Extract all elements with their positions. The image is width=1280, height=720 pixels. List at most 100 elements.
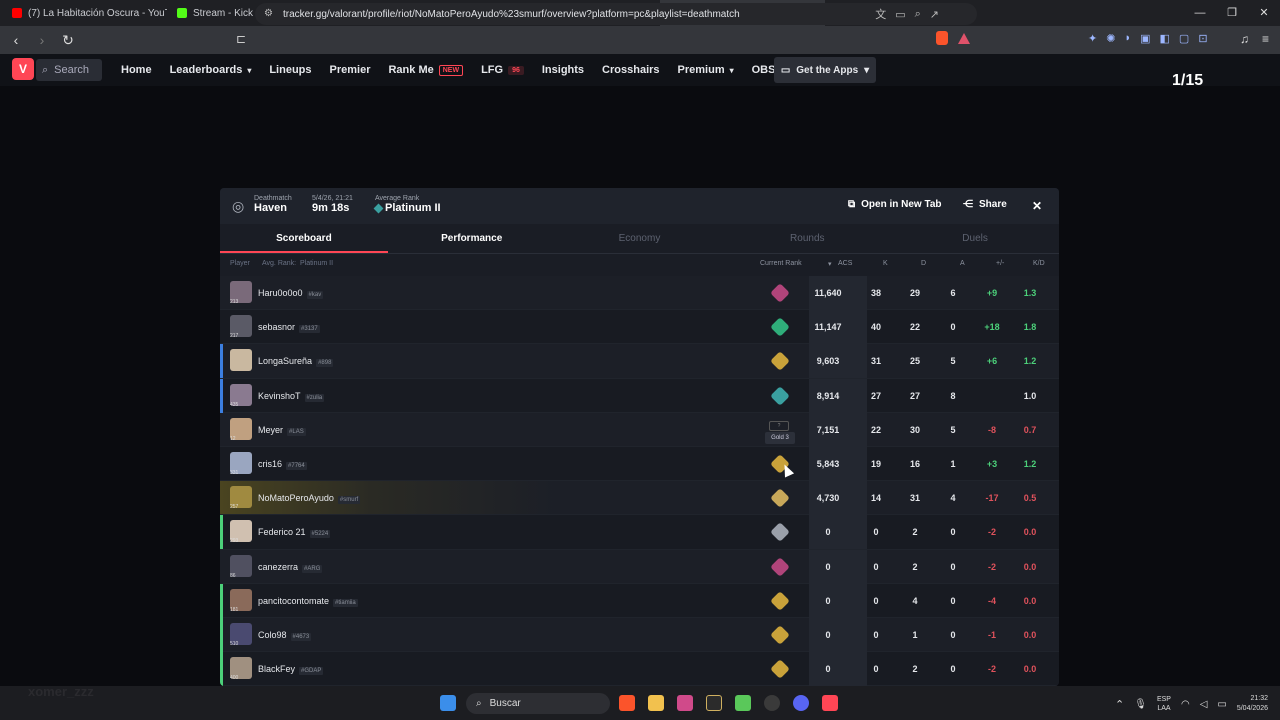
rank-icon[interactable] — [770, 522, 790, 543]
tab-economy[interactable]: Economy — [556, 224, 724, 253]
wifi-icon[interactable]: ◠ — [1181, 699, 1190, 710]
extension-icon[interactable]: ▢ — [1179, 32, 1189, 45]
brave-icon[interactable] — [619, 695, 635, 711]
brave-shield-icon[interactable] — [936, 31, 948, 45]
col-acs[interactable]: ACS — [838, 260, 852, 267]
volume-icon[interactable]: ◁ — [1200, 699, 1208, 710]
player-name-cell[interactable]: sebasnor #3137 — [258, 322, 320, 334]
player-name-cell[interactable]: Colo98 #4673 — [258, 630, 312, 641]
rank-icon[interactable] — [770, 317, 790, 338]
site-settings-icon[interactable]: ⚙ — [264, 8, 273, 19]
table-row[interactable]: 181 pancitocontomate #tiamiia 0 0 4 0 -4 0.0 — [220, 583, 1059, 618]
battery-icon[interactable]: ▭ — [1217, 699, 1226, 710]
table-row[interactable]: 12 Meyer #LAS 7,151 22 30 5 -8 0.7 — [220, 412, 1059, 447]
nav-link[interactable]: Insights — [542, 64, 584, 76]
rank-icon[interactable] — [770, 385, 790, 406]
playlist-icon[interactable]: ♫ — [1240, 32, 1249, 46]
table-row[interactable]: 293 Federico 21 #5224 0 0 2 0 -2 0.0 — [220, 515, 1059, 550]
share-page-icon[interactable]: ↗ — [930, 8, 939, 21]
nav-link[interactable]: Premier — [330, 64, 371, 76]
nav-link[interactable]: Crosshairs — [602, 64, 659, 76]
maximize-icon[interactable]: ❐ — [1216, 0, 1248, 26]
site-search[interactable]: ⌕ Search — [36, 59, 102, 81]
extension-icon[interactable]: ✦ — [1088, 32, 1097, 45]
player-name-cell[interactable]: canezerra #ARG — [258, 562, 323, 573]
get-apps-button[interactable]: ▭ Get the Apps ▾ — [774, 57, 876, 83]
nav-link[interactable]: Lineups — [269, 64, 311, 76]
extension-icon[interactable]: ▣ — [1140, 32, 1150, 45]
table-row[interactable]: 331 cris16 #7764 5,843 19 16 1 +3 1.2 — [220, 446, 1059, 482]
rank-icon[interactable] — [770, 488, 790, 509]
player-name-cell[interactable]: NoMatoPeroAyudo #smurf — [258, 493, 361, 505]
tab-performance[interactable]: Performance — [388, 224, 556, 253]
close-window-icon[interactable]: ✕ — [1248, 0, 1280, 26]
rank-icon[interactable] — [770, 590, 790, 611]
app-icon[interactable] — [677, 695, 693, 711]
zoom-icon[interactable]: ⌕ — [915, 8, 921, 21]
player-name-cell[interactable]: LongaSureña #898 — [258, 356, 334, 368]
table-row[interactable]: LongaSureña #898 9,603 31 25 5 +6 1.2 — [220, 344, 1059, 379]
windows-start-icon[interactable] — [440, 695, 456, 711]
col-plus-minus[interactable]: +/- — [996, 260, 1004, 267]
rank-icon[interactable] — [770, 283, 790, 303]
app-icon[interactable] — [735, 695, 751, 711]
clock[interactable]: 21:32 5/04/2026 — [1237, 694, 1268, 714]
nav-link[interactable]: Leaderboards ▾ — [170, 64, 252, 76]
rank-icon[interactable] — [770, 351, 790, 372]
cast-icon[interactable]: ▭ — [895, 8, 905, 21]
extension-icon[interactable]: ◧ — [1160, 32, 1170, 45]
url-field[interactable]: ⚙ tracker.gg/valorant/profile/riot/NoMat… — [255, 3, 977, 25]
col-k[interactable]: K — [883, 260, 888, 267]
minimize-icon[interactable]: — — [1184, 0, 1216, 26]
col-current-rank[interactable]: Current Rank — [760, 260, 802, 267]
reload-icon[interactable]: ↻ — [58, 32, 78, 49]
player-name-cell[interactable]: Haru0o0o0 #kav — [258, 288, 324, 299]
player-name-cell[interactable]: Federico 21 #5224 — [258, 527, 331, 539]
translate-icon[interactable]: 文 — [875, 6, 886, 22]
browser-tab[interactable]: (7) La Habitación Oscura - YouTube — [2, 0, 167, 26]
folder-icon[interactable] — [648, 695, 664, 711]
col-d[interactable]: D — [921, 260, 926, 267]
table-row[interactable]: 400 BlackFey #GDAP 0 0 2 0 -2 0.0 — [220, 652, 1059, 686]
table-row[interactable]: 257 NoMatoPeroAyudo #smurf 4,730 14 31 4 -17 0.5 — [220, 481, 1059, 516]
rank-icon[interactable] — [770, 659, 790, 679]
col-a[interactable]: A — [960, 260, 965, 267]
nav-link[interactable]: Rank Me NEW — [388, 64, 464, 76]
player-name-cell[interactable]: cris16 #7764 — [258, 459, 307, 470]
valorant-icon[interactable] — [822, 695, 838, 711]
nav-link[interactable]: Premium ▾ — [678, 64, 734, 76]
mic-icon[interactable]: 🎙 — [1134, 699, 1147, 710]
player-name-cell[interactable]: BlackFey #GDAP — [258, 664, 324, 676]
tab-scoreboard[interactable]: Scoreboard — [220, 224, 388, 253]
player-name-cell[interactable]: KevinshoT #zulia — [258, 391, 325, 402]
language-indicator[interactable]: ESP LAA — [1157, 695, 1171, 713]
nav-link[interactable]: LFG 96 — [481, 64, 524, 76]
app-icon[interactable] — [764, 695, 780, 711]
taskbar-search[interactable]: ⌕ Buscar — [466, 693, 610, 714]
discord-icon[interactable] — [793, 695, 809, 711]
app-icon[interactable] — [706, 695, 722, 711]
nav-link[interactable]: Home — [121, 64, 152, 76]
back-icon[interactable]: ‹ — [6, 32, 26, 48]
close-modal-icon[interactable]: ✕ — [1032, 199, 1042, 213]
table-row[interactable]: 213 Haru0o0o0 #kav 11,640 38 29 6 +9 1.3 — [220, 276, 1059, 311]
forward-icon[interactable]: › — [32, 32, 52, 48]
extension-icon[interactable]: ✺ — [1106, 32, 1115, 45]
table-row[interactable]: 435 KevinshoT #zulia 8,914 27 27 8 1.0 — [220, 378, 1059, 413]
tab-rounds[interactable]: Rounds — [723, 224, 891, 253]
table-row[interactable]: 217 sebasnor #3137 11,147 40 22 0 +18 1.8 — [220, 310, 1059, 345]
player-name-cell[interactable]: pancitocontomate #tiamiia — [258, 596, 358, 607]
menu-icon[interactable]: ≡ — [1262, 32, 1269, 46]
tab-duels[interactable]: Duels — [891, 224, 1059, 253]
table-row[interactable]: 510 Colo98 #4673 0 0 1 0 -1 0.0 — [220, 617, 1059, 653]
brave-rewards-icon[interactable] — [958, 33, 970, 44]
table-row[interactable]: 86 canezerra #ARG 0 0 2 0 -2 0.0 — [220, 549, 1059, 584]
bookmark-icon[interactable]: ⊏ — [236, 32, 246, 46]
rank-icon[interactable] — [770, 556, 790, 577]
open-new-tab-button[interactable]: ⧉ Open in New Tab — [848, 199, 942, 210]
share-button[interactable]: ⋲ Share — [963, 199, 1007, 210]
extension-icon[interactable]: ◗ — [1124, 32, 1131, 45]
valorant-logo[interactable]: V — [12, 58, 34, 80]
rank-icon[interactable] — [770, 624, 790, 645]
extension-icon[interactable]: ⊡ — [1198, 32, 1207, 45]
